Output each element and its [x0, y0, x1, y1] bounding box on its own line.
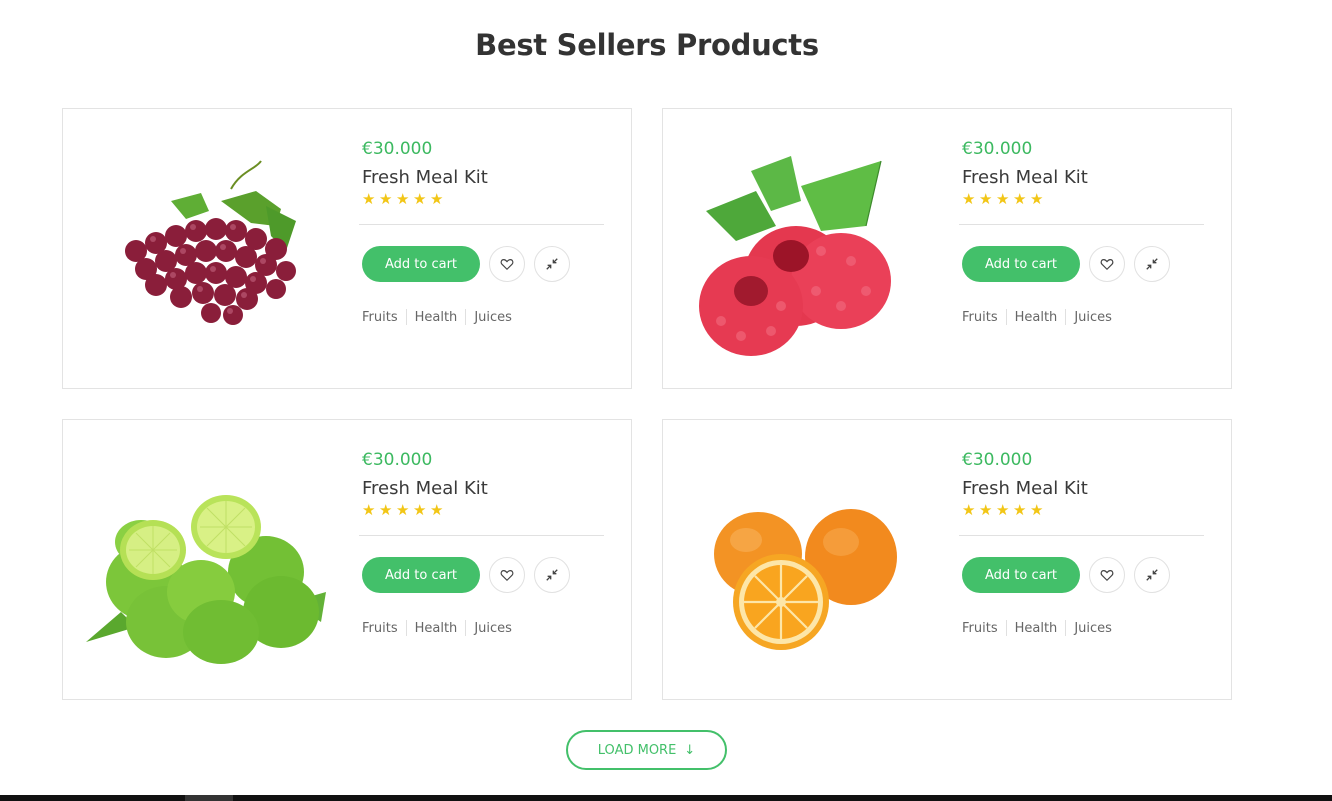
product-price: €30.000 — [962, 450, 1033, 470]
star-icon: ★ — [430, 501, 444, 519]
heart-icon — [1100, 259, 1114, 271]
star-icon: ★ — [979, 501, 993, 519]
tag-separator — [405, 620, 407, 636]
divider — [959, 535, 1204, 536]
star-icon: ★ — [996, 190, 1010, 208]
product-image-oranges[interactable] — [681, 442, 951, 678]
star-icon: ★ — [413, 501, 427, 519]
product-title[interactable]: Fresh Meal Kit — [362, 167, 604, 188]
star-icon: ★ — [362, 190, 376, 208]
star-icon: ★ — [379, 501, 393, 519]
load-more-button[interactable]: LOAD MORE ↓ — [566, 730, 727, 770]
arrow-down-icon: ↓ — [684, 742, 696, 758]
compress-icon — [1146, 258, 1158, 270]
star-icon: ★ — [1030, 190, 1044, 208]
tag-separator — [405, 309, 407, 325]
add-to-cart-button[interactable]: Add to cart — [962, 557, 1080, 593]
compare-button[interactable] — [1134, 557, 1170, 593]
tag-juices[interactable]: Juices — [1074, 310, 1112, 325]
product-title[interactable]: Fresh Meal Kit — [362, 478, 604, 499]
add-to-cart-button[interactable]: Add to cart — [362, 246, 480, 282]
add-to-cart-button[interactable]: Add to cart — [962, 246, 1080, 282]
wishlist-button[interactable] — [1089, 557, 1125, 593]
product-card: €30.000 Fresh Meal Kit ★ ★ ★ ★ ★ Add to … — [62, 419, 632, 700]
load-more-label: LOAD MORE — [597, 742, 677, 758]
wishlist-button[interactable] — [1089, 246, 1125, 282]
divider — [959, 224, 1204, 225]
heart-icon — [1100, 570, 1114, 582]
tag-fruits[interactable]: Fruits — [362, 310, 398, 325]
wishlist-button[interactable] — [489, 557, 525, 593]
product-price: €30.000 — [362, 450, 433, 470]
tag-juices[interactable]: Juices — [1074, 621, 1112, 636]
compare-button[interactable] — [534, 557, 570, 593]
heart-icon — [500, 259, 514, 271]
product-image-limes[interactable] — [81, 442, 351, 678]
tag-juices[interactable]: Juices — [474, 621, 512, 636]
tag-separator — [1065, 309, 1067, 325]
rating-stars: ★ ★ ★ ★ ★ — [362, 503, 604, 521]
product-tags: Fruits Health Juices — [962, 620, 1204, 636]
tag-juices[interactable]: Juices — [474, 310, 512, 325]
compress-icon — [1146, 569, 1158, 581]
tag-separator — [465, 309, 467, 325]
product-tags: Fruits Health Juices — [962, 309, 1204, 325]
rating-stars: ★ ★ ★ ★ ★ — [362, 192, 604, 210]
tag-health[interactable]: Health — [1015, 310, 1058, 325]
star-icon: ★ — [962, 501, 976, 519]
tag-health[interactable]: Health — [1015, 621, 1058, 636]
tag-fruits[interactable]: Fruits — [362, 621, 398, 636]
compress-icon — [546, 258, 558, 270]
rating-stars: ★ ★ ★ ★ ★ — [962, 503, 1204, 521]
tag-fruits[interactable]: Fruits — [962, 310, 998, 325]
product-card: €30.000 Fresh Meal Kit ★ ★ ★ ★ ★ Add to … — [662, 419, 1232, 700]
star-icon: ★ — [379, 190, 393, 208]
tag-separator — [1065, 620, 1067, 636]
star-icon: ★ — [430, 190, 444, 208]
star-icon: ★ — [979, 190, 993, 208]
tag-health[interactable]: Health — [415, 310, 458, 325]
add-to-cart-button[interactable]: Add to cart — [362, 557, 480, 593]
tag-separator — [465, 620, 467, 636]
product-card: €30.000 Fresh Meal Kit ★ ★ ★ ★ ★ Add to … — [662, 108, 1232, 389]
product-image-grapes[interactable] — [81, 131, 351, 367]
product-title[interactable]: Fresh Meal Kit — [962, 167, 1204, 188]
star-icon: ★ — [996, 501, 1010, 519]
star-icon: ★ — [413, 190, 427, 208]
star-icon: ★ — [1013, 501, 1027, 519]
compare-button[interactable] — [1134, 246, 1170, 282]
wishlist-button[interactable] — [489, 246, 525, 282]
heart-icon — [500, 570, 514, 582]
tag-fruits[interactable]: Fruits — [962, 621, 998, 636]
compare-button[interactable] — [534, 246, 570, 282]
star-icon: ★ — [1030, 501, 1044, 519]
product-image-raspberries[interactable] — [681, 131, 951, 367]
product-price: €30.000 — [962, 139, 1033, 159]
product-card: €30.000 Fresh Meal Kit ★ ★ ★ ★ ★ Add to … — [62, 108, 632, 389]
divider — [359, 224, 604, 225]
star-icon: ★ — [396, 190, 410, 208]
product-tags: Fruits Health Juices — [362, 620, 604, 636]
rating-stars: ★ ★ ★ ★ ★ — [962, 192, 1204, 210]
tag-separator — [1005, 309, 1007, 325]
footer-bar — [0, 795, 1332, 801]
compress-icon — [546, 569, 558, 581]
star-icon: ★ — [362, 501, 376, 519]
footer-bar-segment — [185, 795, 233, 801]
section-title: Best Sellers Products — [475, 28, 819, 62]
star-icon: ★ — [1013, 190, 1027, 208]
product-title[interactable]: Fresh Meal Kit — [962, 478, 1204, 499]
product-price: €30.000 — [362, 139, 433, 159]
star-icon: ★ — [396, 501, 410, 519]
star-icon: ★ — [962, 190, 976, 208]
product-tags: Fruits Health Juices — [362, 309, 604, 325]
divider — [359, 535, 604, 536]
tag-separator — [1005, 620, 1007, 636]
tag-health[interactable]: Health — [415, 621, 458, 636]
